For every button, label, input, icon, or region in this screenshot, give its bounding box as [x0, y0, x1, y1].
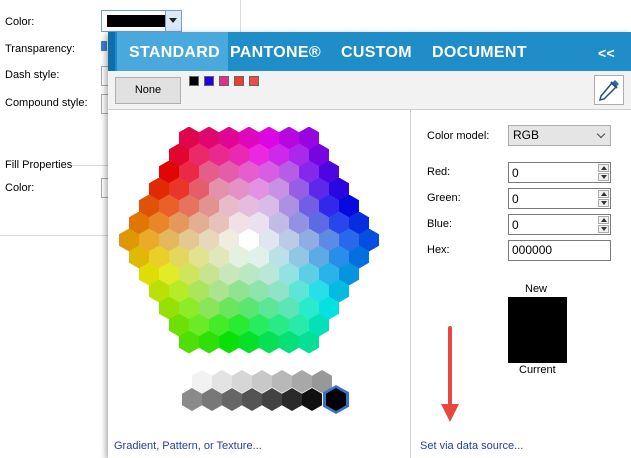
grayscale-cell[interactable]: [192, 370, 212, 393]
dash-style-label: Dash style:: [5, 69, 60, 81]
tab-document[interactable]: DOCUMENT: [432, 32, 527, 71]
recent-color-swatch[interactable]: [204, 76, 214, 86]
color-model-select[interactable]: RGB: [508, 125, 611, 146]
green-field[interactable]: 0: [508, 188, 611, 209]
grayscale-cell[interactable]: [262, 388, 282, 411]
transparency-slider-handle[interactable]: [101, 41, 107, 51]
recent-color-swatch[interactable]: [249, 76, 259, 86]
fill-color-label: Color:: [5, 182, 35, 194]
eyedropper-icon[interactable]: [594, 75, 624, 105]
line-color-swatch: [107, 15, 165, 27]
grayscale-cell[interactable]: [292, 370, 312, 393]
red-value: 0: [512, 166, 519, 180]
blue-field[interactable]: 0: [508, 214, 611, 235]
grayscale-cell[interactable]: [272, 370, 292, 393]
set-via-data-source-link[interactable]: Set via data source...: [420, 440, 523, 452]
red-label: Red:: [427, 166, 451, 178]
color-picker-popup: STANDARD PANTONE® CUSTOM DOCUMENT << Non…: [108, 32, 631, 458]
compound-style-label: Compound style:: [5, 97, 88, 109]
fill-properties-title: Fill Properties: [5, 159, 73, 171]
chevron-down-icon[interactable]: [165, 11, 181, 31]
red-field[interactable]: 0: [508, 162, 611, 183]
green-label: Green:: [427, 192, 461, 204]
blue-down-icon[interactable]: [598, 225, 609, 233]
grayscale-cell[interactable]: [222, 388, 242, 411]
new-color-label: New: [525, 283, 548, 295]
color-hexagon-palette: [119, 126, 393, 366]
green-down-icon[interactable]: [598, 199, 609, 207]
grayscale-cell[interactable]: [282, 388, 302, 411]
toolbar-row: None: [108, 71, 631, 110]
color-model-value: RGB: [513, 128, 540, 142]
transparency-label: Transparency:: [5, 43, 75, 55]
red-down-icon[interactable]: [598, 173, 609, 181]
annotation-arrow-icon: [441, 326, 459, 422]
grayscale-cell[interactable]: [232, 370, 252, 393]
tab-standard[interactable]: STANDARD: [117, 32, 228, 71]
green-value: 0: [512, 192, 519, 206]
grayscale-cell[interactable]: [182, 388, 202, 411]
hex-label: Hex:: [427, 244, 450, 256]
grayscale-cell[interactable]: [212, 370, 232, 393]
line-color-dropdown[interactable]: [101, 10, 182, 32]
hex-input[interactable]: 000000: [508, 240, 611, 261]
panel-divider: [410, 110, 411, 458]
recent-color-swatch[interactable]: [234, 76, 244, 86]
grayscale-cell[interactable]: [252, 370, 272, 393]
line-color-label: Color:: [5, 16, 35, 28]
green-up-icon[interactable]: [598, 190, 609, 198]
blue-value: 0: [512, 218, 519, 232]
none-button[interactable]: None: [115, 77, 181, 104]
grayscale-palette: [180, 370, 350, 418]
blue-label: Blue:: [427, 218, 453, 230]
red-up-icon[interactable]: [598, 164, 609, 172]
color-model-label: Color model:: [427, 130, 490, 142]
gradient-pattern-texture-link[interactable]: Gradient, Pattern, or Texture...: [114, 440, 262, 452]
recent-color-swatch[interactable]: [189, 76, 199, 86]
color-preview-swatch: [508, 297, 567, 363]
grayscale-cell[interactable]: [242, 388, 262, 411]
section-separator: [70, 165, 110, 166]
current-color-label: Current: [519, 364, 556, 376]
tab-custom[interactable]: CUSTOM: [341, 32, 412, 71]
tab-bar: STANDARD PANTONE® CUSTOM DOCUMENT <<: [108, 32, 631, 71]
grayscale-cell[interactable]: [202, 388, 222, 411]
tab-bar-stripe: [108, 32, 115, 71]
blue-up-icon[interactable]: [598, 216, 609, 224]
collapse-button[interactable]: <<: [598, 32, 615, 71]
tab-pantone[interactable]: PANTONE®: [230, 32, 321, 71]
grayscale-cell[interactable]: [302, 388, 322, 411]
recent-color-swatch[interactable]: [219, 76, 229, 86]
chevron-down-icon: [596, 129, 606, 139]
